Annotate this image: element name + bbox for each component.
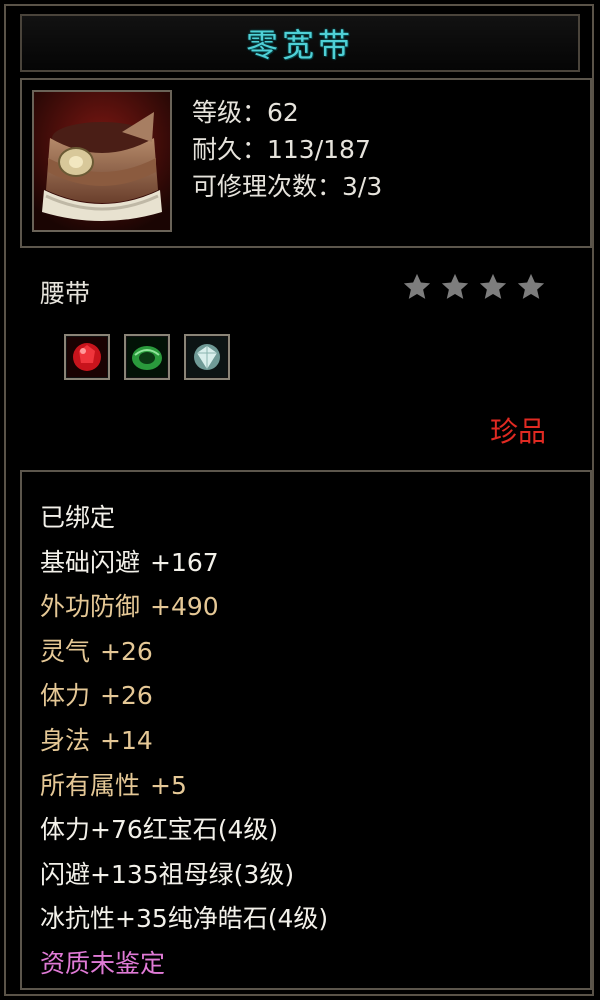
attr-name: 身法 [40,725,91,755]
star-icon [479,273,507,299]
attr-value: +14 [100,725,153,755]
gem-bonus-row: 闪避+135祖母绿(3级) [40,859,295,889]
belt-item-icon [32,90,172,232]
star-rating [402,272,546,302]
attr-row: 身法 +14 [40,719,328,764]
title-bar: 零宽带 [20,14,580,72]
attr-name: 基础闪避 [40,547,141,577]
attr-value: +26 [100,681,153,711]
ruby-gem-icon [67,337,107,377]
bound-status: 已绑定 [40,503,116,532]
attr-value: +490 [150,592,219,622]
item-stats: 等级：62 耐久：113/187 可修理次数：3/3 [192,94,382,205]
star-icon [517,273,545,299]
attr-name: 所有属性 [40,770,141,800]
attr-value: +167 [150,547,219,577]
gem-slot-ruby[interactable] [64,334,110,380]
quality-status: 资质未鉴定 [40,948,166,978]
level-text: 等级：62 [192,98,299,127]
gem-bonus-row: 体力+76红宝石(4级) [40,815,279,845]
gem-slot-diamond[interactable] [184,334,230,380]
item-name: 零宽带 [245,26,354,64]
attr-row: 所有属性 +5 [40,764,328,809]
attr-name: 体力 [40,681,91,711]
gem-bonus-row: 冰抗性+35纯净皓石(4级) [40,904,329,934]
rarity-label: 珍品 [489,415,546,448]
emerald-gem-icon [127,337,167,377]
attr-name: 外功防御 [40,592,141,622]
gem-sockets [64,334,230,380]
star-icon [441,273,469,299]
attributes-list: 已绑定 基础闪避 +167 外功防御 +490 灵气 +26 体力 +26 身法 +14 … [40,496,328,987]
diamond-gem-icon [187,337,227,377]
attr-row: 体力 +26 [40,674,328,719]
attr-value: +26 [100,636,153,666]
durability-text: 耐久：113/187 [192,135,371,164]
item-type: 腰带 [40,279,91,308]
attr-row: 外功防御 +490 [40,585,328,630]
attr-row: 灵气 +26 [40,630,328,675]
star-icon [403,273,431,299]
item-header-box: 等级：62 耐久：113/187 可修理次数：3/3 [20,78,592,248]
attr-name: 灵气 [40,636,91,666]
repair-count-text: 可修理次数：3/3 [192,172,383,201]
gem-slot-emerald[interactable] [124,334,170,380]
attr-row: 基础闪避 +167 [40,541,328,586]
attr-value: +5 [150,770,187,800]
attributes-box: 已绑定 基础闪避 +167 外功防御 +490 灵气 +26 体力 +26 身法 +14 … [20,470,592,990]
belt-icon [34,92,170,230]
item-tooltip-panel: 零宽带 等级：62 耐久：113/187 可修理次数：3/3 腰带 珍品 已绑定… [4,4,594,996]
